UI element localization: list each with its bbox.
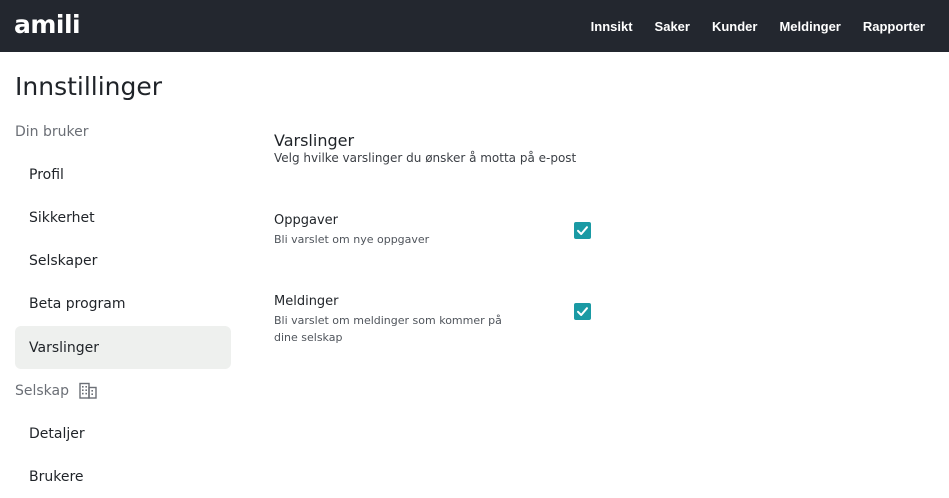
amili-logo[interactable]: amili <box>14 10 81 39</box>
sidebar-group-din-bruker: Din bruker <box>15 124 89 140</box>
option-description-meldinger: Bli varslet om meldinger som kommer på d… <box>274 314 502 344</box>
nav-item-saker[interactable]: Saker <box>655 19 690 34</box>
page-title: Innstillinger <box>15 72 163 101</box>
sidebar-group-selskap-label: Selskap <box>15 382 70 399</box>
oppgaver-checkbox[interactable] <box>574 222 591 239</box>
option-description-oppgaver: Bli varslet om nye oppgaver <box>274 233 430 246</box>
sidebar-item-selskaper[interactable]: Selskaper <box>15 239 231 282</box>
meldinger-checkbox[interactable] <box>574 303 591 320</box>
building-icon <box>79 382 97 399</box>
checkmark-icon <box>577 226 588 235</box>
sidebar-item-profil[interactable]: Profil <box>15 153 231 196</box>
nav-item-innsikt[interactable]: Innsikt <box>591 19 633 34</box>
sidebar-item-brukere[interactable]: Brukere <box>15 455 231 498</box>
sidebar-item-varslinger[interactable]: Varslinger <box>15 326 231 369</box>
section-subtitle: Velg hvilke varslinger du ønsker å motta… <box>274 151 577 165</box>
nav-item-kunder[interactable]: Kunder <box>712 19 758 34</box>
section-title: Varslinger <box>274 131 355 150</box>
option-title-oppgaver: Oppgaver <box>274 213 338 228</box>
top-navigation-bar: amili Innsikt Saker Kunder Meldinger Rap… <box>0 0 949 52</box>
sidebar-item-detaljer[interactable]: Detaljer <box>15 412 231 455</box>
main-nav: Innsikt Saker Kunder Meldinger Rapporter <box>591 0 925 52</box>
sidebar-item-beta-program[interactable]: Beta program <box>15 282 231 325</box>
sidebar-item-sikkerhet[interactable]: Sikkerhet <box>15 196 231 239</box>
sidebar-group-selskap: Selskap <box>15 382 97 399</box>
checkmark-icon <box>577 307 588 316</box>
nav-item-meldinger[interactable]: Meldinger <box>779 19 840 34</box>
nav-item-rapporter[interactable]: Rapporter <box>863 19 925 34</box>
option-title-meldinger: Meldinger <box>274 294 339 309</box>
